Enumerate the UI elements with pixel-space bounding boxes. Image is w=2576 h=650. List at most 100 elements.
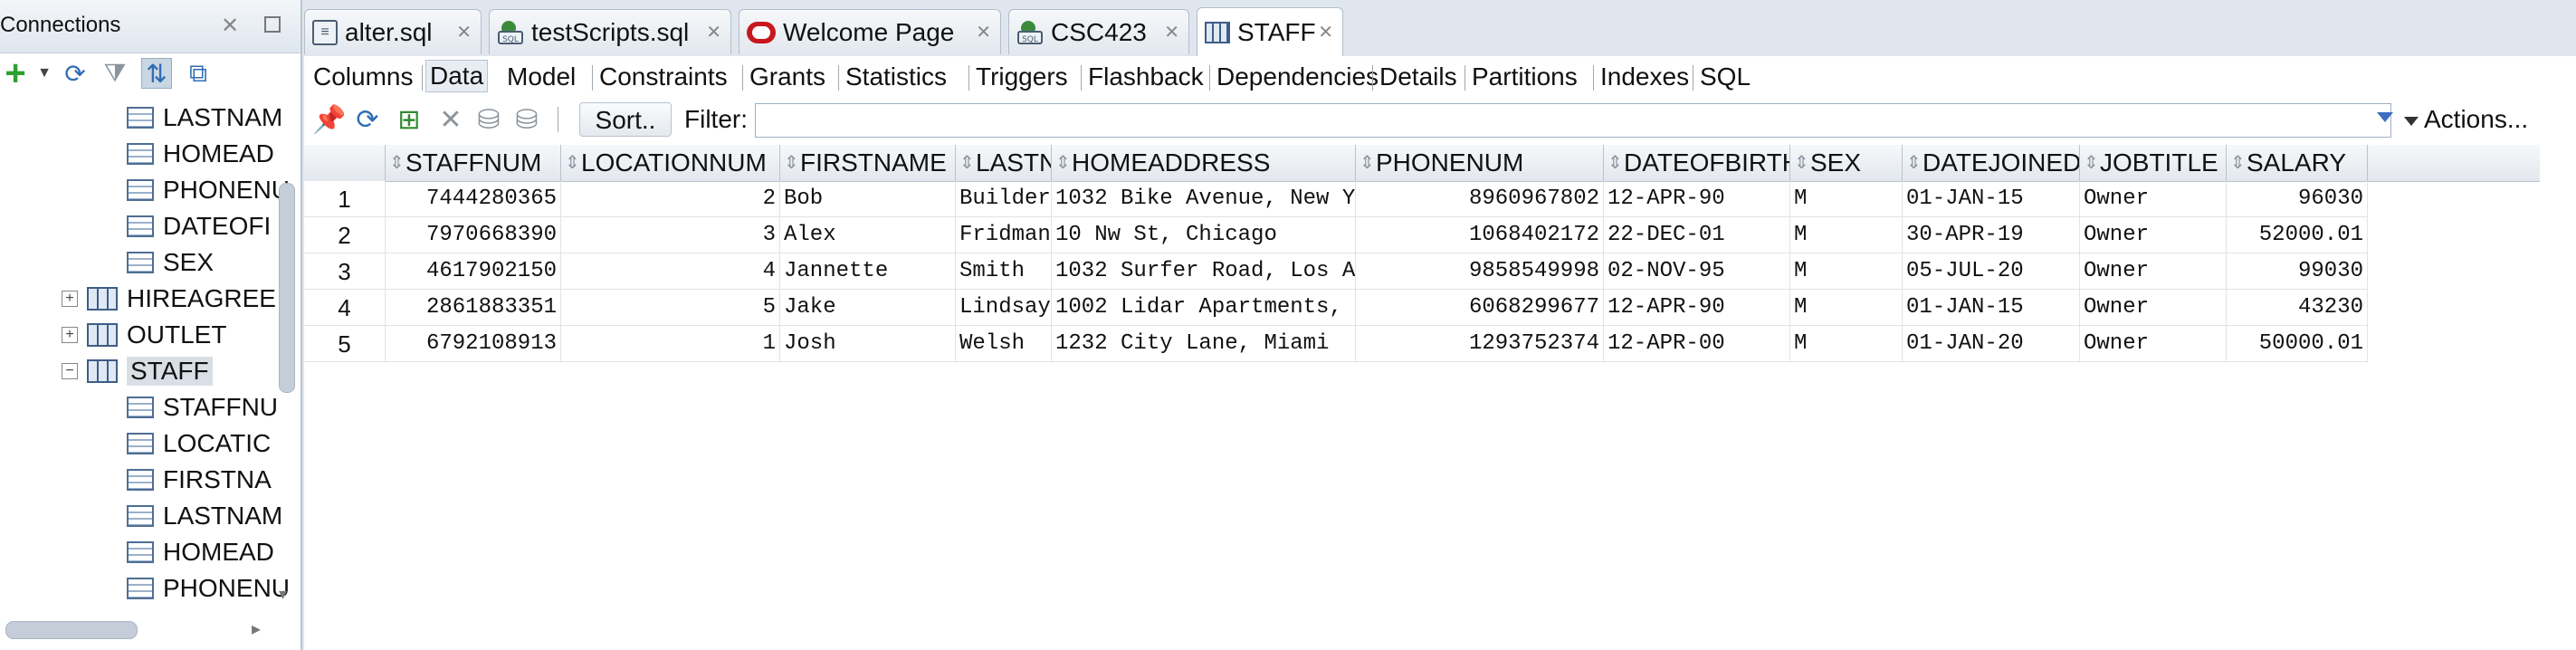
sort-arrows-icon[interactable]: ⇕ [2230,145,2246,181]
schema-browser-icon[interactable]: ⇅ [141,58,172,89]
collapse-all-icon[interactable]: ⧉ [183,58,214,89]
tree-vertical-scrollbar[interactable]: ▾ [275,96,297,603]
tree-item-column[interactable]: LASTNAM [127,100,282,136]
column-header-phonenum[interactable]: ⇕PHONENUM [1356,145,1604,181]
tree-item-table-hireagreement[interactable]: + HIREAGREE [62,281,276,317]
subtab-triggers[interactable]: Triggers [972,62,1072,92]
subtab-details[interactable]: Details [1376,62,1461,92]
tab-staff[interactable]: STAFF ✕ [1197,7,1343,56]
close-icon[interactable]: ✕ [1164,21,1179,43]
grid-cell-staffnum[interactable]: 4617902150 [386,253,561,290]
grid-cell-lastname[interactable]: Welsh [956,326,1052,362]
tab-alter-sql[interactable]: ≡ alter.sql ✕ [304,9,482,54]
scrollbar-thumb[interactable] [279,183,295,393]
tree-item-column[interactable]: PHONENU [127,172,290,208]
grid-cell-locationnum[interactable]: 1 [561,326,780,362]
pin-icon[interactable]: 📌 [312,103,346,136]
filter-history-dropdown-icon[interactable] [2377,112,2393,122]
sort-arrows-icon[interactable]: ⇕ [389,145,405,181]
tree-item-column[interactable]: STAFFNU [127,389,278,425]
column-header-staffnum[interactable]: ⇕STAFFNUM [386,145,561,181]
refresh-icon[interactable]: ⟳ [60,58,91,89]
sort-arrows-icon[interactable]: ⇕ [1055,145,1071,181]
chevron-down-icon[interactable]: ▼ [29,58,60,89]
minimize-icon[interactable] [264,16,281,33]
subtab-model[interactable]: Model [503,62,579,92]
grid-cell-firstname[interactable]: Jannette [780,253,956,290]
grid-cell-firstname[interactable]: Josh [780,326,956,362]
grid-cell-phonenum[interactable]: 8960967802 [1356,181,1604,217]
grid-cell-homeaddress[interactable]: 1232 City Lane, Miami [1052,326,1356,362]
grid-cell-locationnum[interactable]: 2 [561,181,780,217]
column-header-homeaddress[interactable]: ⇕HOMEADDRESS [1052,145,1356,181]
tab-csc423[interactable]: SQL CSC423 ✕ [1008,9,1189,54]
filter-input[interactable] [755,103,2391,138]
grid-cell-lastname[interactable]: Builder [956,181,1052,217]
close-icon[interactable]: ✕ [976,21,991,43]
actions-menu-button[interactable]: Actions... [2404,105,2528,134]
grid-cell-firstname[interactable]: Jake [780,290,956,326]
table-row[interactable]: 2 7970668390 3 Alex Fridman 10 Nw St, Chicago… [304,217,2540,253]
grid-cell-staffnum[interactable]: 2861883351 [386,290,561,326]
sort-arrows-icon[interactable]: ⇕ [1360,145,1375,181]
table-row[interactable]: 1 7444280365 2 Bob Builder 1032 Bike Avenue, … [304,181,2540,217]
tree-item-table-outlet[interactable]: + OUTLET [62,317,226,353]
sort-arrows-icon[interactable]: ⇕ [565,145,580,181]
sort-arrows-icon[interactable]: ⇕ [784,145,799,181]
grid-cell-lastname[interactable]: Smith [956,253,1052,290]
close-icon[interactable]: ✕ [221,13,239,39]
grid-cell-salary[interactable]: 96030 [2227,181,2368,217]
tree-item-column[interactable]: FIRSTNA [127,462,272,498]
grid-cell-sex[interactable]: M [1790,217,1903,253]
grid-cell-firstname[interactable]: Alex [780,217,956,253]
grid-cell-datejoined[interactable]: 01-JAN-20 [1903,326,2080,362]
grid-cell-firstname[interactable]: Bob [780,181,956,217]
insert-row-icon[interactable]: ⊞ [393,103,425,136]
subtab-statistics[interactable]: Statistics [842,62,950,92]
grid-cell-dateofbirth[interactable]: 22-DEC-01 [1604,217,1790,253]
grid-cell-homeaddress[interactable]: 1032 Bike Avenue, New York [1052,181,1356,217]
expand-icon[interactable]: + [62,291,78,307]
grid-cell-dateofbirth[interactable]: 12-APR-90 [1604,290,1790,326]
grid-cell-salary[interactable]: 52000.01 [2227,217,2368,253]
row-number[interactable]: 3 [304,253,386,290]
grid-cell-phonenum[interactable]: 9858549998 [1356,253,1604,290]
rollback-icon[interactable]: ⛁ [510,103,543,136]
subtab-grants[interactable]: Grants [746,62,829,92]
grid-cell-staffnum[interactable]: 7444280365 [386,181,561,217]
grid-cell-salary[interactable]: 43230 [2227,290,2368,326]
column-header-sex[interactable]: ⇕SEX [1790,145,1903,181]
tree-item-column[interactable]: SEX [127,244,214,281]
row-number[interactable]: 2 [304,217,386,253]
filter-icon[interactable]: ⧩ [100,58,130,89]
column-header-firstname[interactable]: ⇕FIRSTNAME [780,145,956,181]
grid-cell-phonenum[interactable]: 6068299677 [1356,290,1604,326]
column-header-locationnum[interactable]: ⇕LOCATIONNUM [561,145,780,181]
tab-testscripts-sql[interactable]: SQL testScripts.sql ✕ [489,9,731,54]
grid-cell-locationnum[interactable]: 3 [561,217,780,253]
grid-cell-locationnum[interactable]: 5 [561,290,780,326]
tree-item-column[interactable]: LOCATIC [127,425,271,462]
close-icon[interactable]: ✕ [456,21,472,43]
close-icon[interactable]: ✕ [706,21,721,43]
grid-cell-staffnum[interactable]: 6792108913 [386,326,561,362]
grid-cell-sex[interactable]: M [1790,290,1903,326]
grid-cell-dateofbirth[interactable]: 12-APR-00 [1604,326,1790,362]
delete-row-icon[interactable]: ✕ [434,103,467,136]
subtab-columns[interactable]: Columns [310,62,416,92]
row-number[interactable]: 4 [304,290,386,326]
grid-cell-homeaddress[interactable]: 1002 Lidar Apartments, Fort Lauderdale [1052,290,1356,326]
grid-cell-datejoined[interactable]: 01-JAN-15 [1903,290,2080,326]
grid-cell-staffnum[interactable]: 7970668390 [386,217,561,253]
tree-item-table-staff[interactable]: − STAFF [62,353,213,389]
tree-item-column[interactable]: HOMEAD [127,534,274,570]
collapse-icon[interactable]: − [62,363,78,379]
tree-horizontal-scrollbar[interactable]: ▸ [0,617,272,641]
subtab-sql[interactable]: SQL [1696,62,1754,92]
subtab-partitions[interactable]: Partitions [1468,62,1581,92]
column-header-lastname[interactable]: ⇕LASTNAME [956,145,1052,181]
grid-cell-sex[interactable]: M [1790,326,1903,362]
grid-corner-header[interactable] [304,145,386,181]
grid-cell-jobtitle[interactable]: Owner [2080,181,2227,217]
subtab-constraints[interactable]: Constraints [596,62,731,92]
